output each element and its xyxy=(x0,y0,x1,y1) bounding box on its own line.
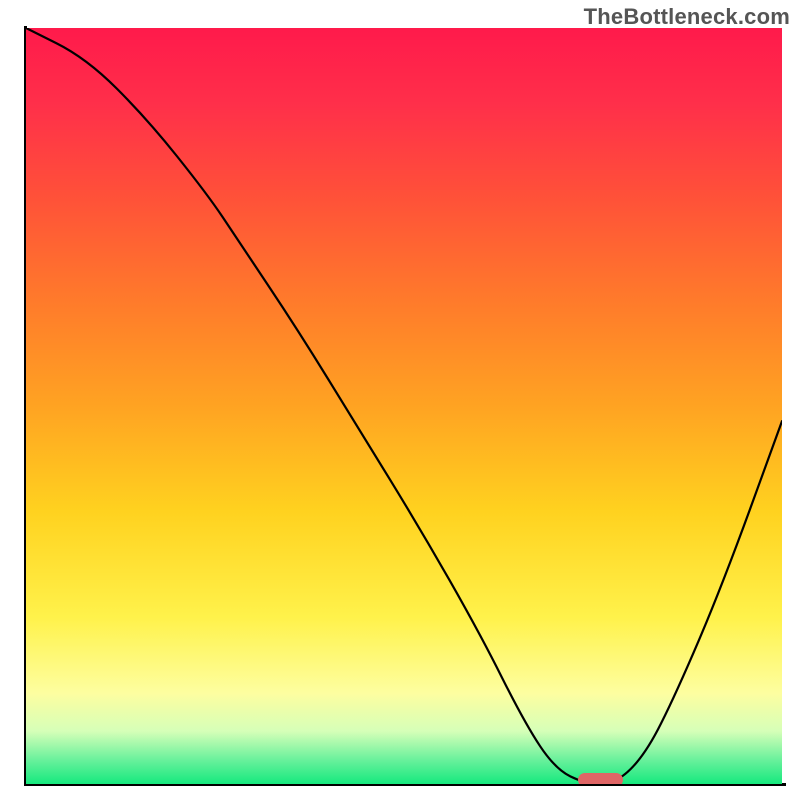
chart-container: TheBottleneck.com xyxy=(0,0,800,800)
gradient-background xyxy=(26,28,782,784)
optimal-marker xyxy=(578,773,623,784)
watermark-text: TheBottleneck.com xyxy=(584,4,790,30)
plot-area xyxy=(26,28,782,784)
